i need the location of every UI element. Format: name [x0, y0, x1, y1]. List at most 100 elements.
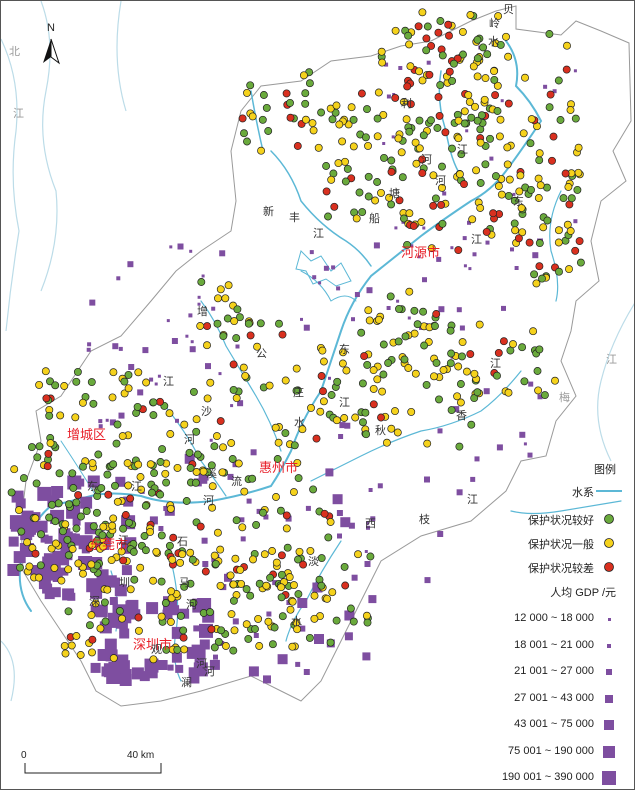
river-name-glyph: 利	[401, 97, 412, 110]
gdp-square	[197, 295, 201, 299]
site-point	[281, 376, 290, 385]
site-point	[361, 133, 370, 142]
site-point	[423, 22, 432, 31]
site-point	[79, 462, 87, 471]
site-point	[56, 411, 65, 420]
site-point	[104, 490, 113, 499]
site-point	[405, 127, 414, 136]
site-point	[404, 31, 413, 40]
site-point	[282, 511, 291, 520]
gdp-square	[422, 277, 427, 283]
site-point	[403, 82, 412, 91]
gdp-square	[295, 661, 301, 667]
site-point	[335, 120, 344, 129]
site-point	[219, 443, 227, 452]
site-point	[565, 265, 573, 274]
site-point	[499, 337, 508, 346]
river-name-glyph: 贝	[503, 4, 514, 16]
site-point	[438, 51, 447, 60]
site-point	[349, 617, 358, 626]
site-point	[425, 70, 434, 79]
legend-gdp-row: 12 000 ~ 18 000	[466, 609, 626, 631]
gdp-square	[177, 243, 184, 250]
river-name-glyph: 观	[151, 643, 162, 656]
gdp-square	[407, 316, 411, 320]
site-point	[446, 326, 455, 335]
site-point	[277, 583, 286, 592]
site-point	[292, 364, 301, 373]
site-point	[136, 473, 145, 481]
site-point	[61, 520, 70, 529]
site-point	[503, 143, 512, 152]
site-point	[290, 581, 298, 590]
site-point	[256, 319, 265, 328]
site-point	[196, 322, 205, 330]
site-point	[379, 340, 388, 349]
gdp-square	[368, 595, 377, 604]
gdp-square	[391, 135, 395, 139]
gdp-square	[528, 381, 534, 387]
gdp-square	[240, 536, 246, 542]
site-point	[264, 127, 273, 135]
site-point	[393, 428, 402, 437]
outside-river-glyph: 江	[606, 353, 617, 366]
gdp-square	[230, 404, 234, 408]
site-point	[133, 402, 142, 411]
site-point	[216, 285, 225, 294]
gdp-square	[209, 438, 213, 442]
city-label-huizhou: 惠州市	[259, 460, 298, 475]
site-point	[483, 50, 492, 59]
site-point	[173, 645, 182, 654]
site-point	[17, 527, 26, 536]
gdp-square	[523, 442, 527, 446]
site-point	[44, 449, 53, 458]
site-point	[294, 474, 303, 483]
site-point	[554, 226, 563, 235]
site-point	[64, 551, 73, 560]
site-point	[89, 522, 98, 531]
site-point	[470, 369, 479, 378]
gdp-square	[189, 346, 196, 353]
site-point	[573, 185, 582, 194]
site-point	[244, 319, 253, 328]
site-point	[288, 597, 297, 606]
site-point	[436, 81, 445, 90]
site-point	[227, 439, 236, 447]
site-point	[543, 216, 552, 225]
river-name-glyph: 船	[369, 211, 380, 225]
site-point	[229, 385, 238, 394]
site-point	[255, 642, 264, 650]
site-point	[400, 355, 409, 364]
river-name-glyph: 江	[471, 233, 482, 246]
site-point	[246, 81, 255, 90]
site-point	[333, 377, 342, 386]
site-point	[369, 384, 378, 393]
site-point	[387, 156, 396, 165]
site-point	[286, 113, 295, 122]
gdp-square	[108, 661, 119, 672]
gdp-square	[543, 84, 548, 89]
site-point	[7, 488, 16, 497]
site-point	[410, 306, 419, 315]
site-point	[328, 588, 337, 597]
site-point	[85, 621, 94, 630]
gdp-square	[573, 69, 577, 73]
site-point	[360, 352, 369, 361]
site-point	[576, 258, 585, 267]
gdp-square	[118, 412, 125, 419]
site-point	[233, 305, 242, 314]
site-point	[246, 591, 255, 600]
gdp-square	[126, 599, 139, 612]
gdp-square	[338, 434, 344, 439]
site-point	[472, 166, 481, 175]
outside-river-glyph: 江	[13, 107, 24, 120]
gdp-square	[437, 531, 444, 537]
site-point	[575, 237, 584, 246]
gdp-square	[142, 347, 149, 354]
legend-gdp-row: 21 001 ~ 27 000	[466, 662, 626, 684]
site-point	[277, 570, 286, 579]
site-point	[78, 398, 87, 407]
river-name-glyph: 丰	[289, 211, 300, 224]
site-point	[188, 555, 197, 564]
site-point	[214, 294, 222, 303]
